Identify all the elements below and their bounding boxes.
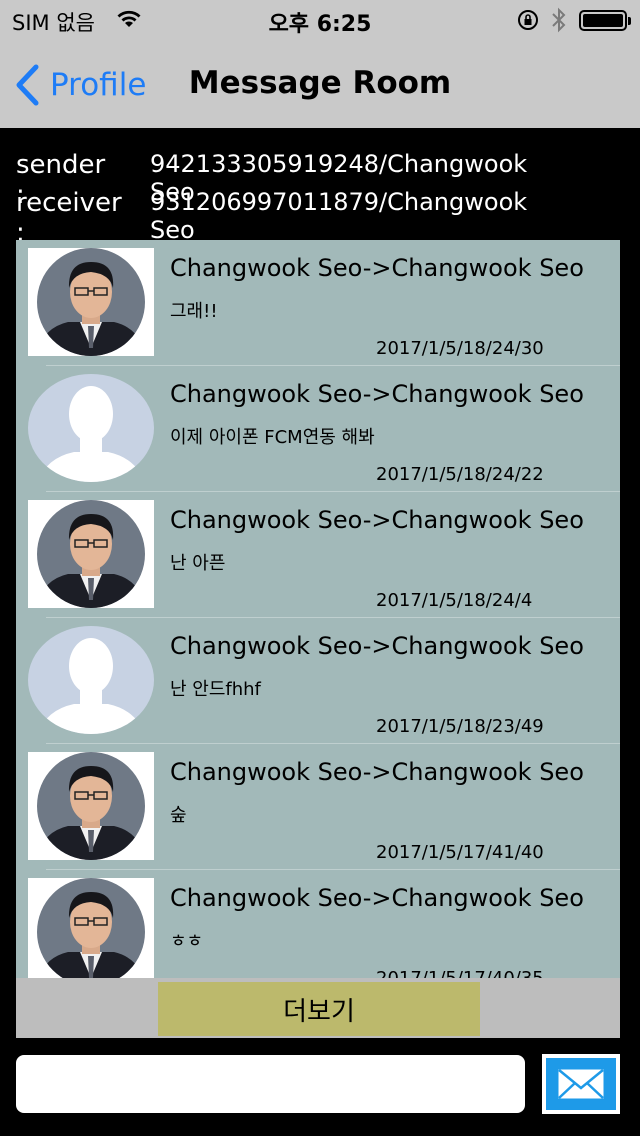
message-text: 숲 — [170, 805, 187, 826]
message-list[interactable]: Changwook Seo->Changwook Seo 그래!! 2017/1/5… — [16, 240, 620, 978]
message-item[interactable]: Changwook Seo->Changwook Seo 숲 2017/1/5/17… — [16, 744, 620, 870]
navigation-bar: SIM 없음 오후 6:25 Profile Message Room — [0, 0, 640, 128]
avatar-photo — [28, 248, 154, 356]
send-button-face — [546, 1058, 616, 1110]
message-timestamp: 2017/1/5/18/24/22 — [376, 464, 544, 485]
avatar-photo — [28, 500, 154, 608]
message-input[interactable] — [16, 1055, 525, 1113]
message-text: 그래!! — [170, 301, 218, 322]
clock: 오후 6:25 — [268, 12, 372, 37]
message-participants: Changwook Seo->Changwook Seo — [170, 254, 584, 282]
receiver-value: 931206997011879/Changwook Seo — [150, 188, 528, 244]
message-item[interactable]: Changwook Seo->Changwook Seo 난 안드fhhf 2017… — [16, 618, 620, 744]
message-timestamp: 2017/1/5/18/24/30 — [376, 338, 544, 359]
more-button[interactable]: 더보기 — [158, 982, 480, 1036]
message-item[interactable]: Changwook Seo->Changwook Seo 이제 아이폰 FCM연동… — [16, 366, 620, 492]
bluetooth-icon — [550, 6, 568, 38]
message-item[interactable]: Changwook Seo->Changwook Seo 그래!! 2017/1/5… — [16, 240, 620, 366]
more-bar: 더보기 — [16, 978, 620, 1038]
message-text: 이제 아이폰 FCM연동 해봐 — [170, 427, 375, 448]
message-participants: Changwook Seo->Changwook Seo — [170, 884, 584, 912]
message-participants: Changwook Seo->Changwook Seo — [170, 758, 584, 786]
send-button[interactable] — [542, 1054, 620, 1114]
message-participants: Changwook Seo->Changwook Seo — [170, 506, 584, 534]
message-timestamp: 2017/1/5/18/24/4 — [376, 590, 533, 611]
message-timestamp: 2017/1/5/17/40/35 — [376, 968, 544, 978]
receiver-label: receiver : — [16, 188, 122, 248]
message-item[interactable]: Changwook Seo->Changwook Seo ㅎㅎ 2017/1/5/1… — [16, 870, 620, 978]
avatar-photo — [28, 752, 154, 860]
battery-icon — [579, 10, 631, 31]
envelope-icon — [558, 1069, 604, 1099]
message-timestamp: 2017/1/5/17/41/40 — [376, 842, 544, 863]
status-bar: SIM 없음 오후 6:25 — [0, 0, 640, 40]
rotation-lock-icon — [517, 9, 541, 35]
message-text: 난 아픈 — [170, 553, 226, 574]
message-participants: Changwook Seo->Changwook Seo — [170, 632, 584, 660]
message-item[interactable]: Changwook Seo->Changwook Seo 난 아픈 2017/1/5… — [16, 492, 620, 618]
message-timestamp: 2017/1/5/18/23/49 — [376, 716, 544, 737]
message-text: ㅎㅎ — [170, 931, 204, 952]
page-title: Message Room — [188, 65, 452, 101]
default-avatar-icon — [28, 626, 154, 734]
avatar-photo — [28, 878, 154, 978]
message-text: 난 안드fhhf — [170, 679, 261, 700]
message-participants: Changwook Seo->Changwook Seo — [170, 380, 584, 408]
default-avatar-icon — [28, 374, 154, 482]
